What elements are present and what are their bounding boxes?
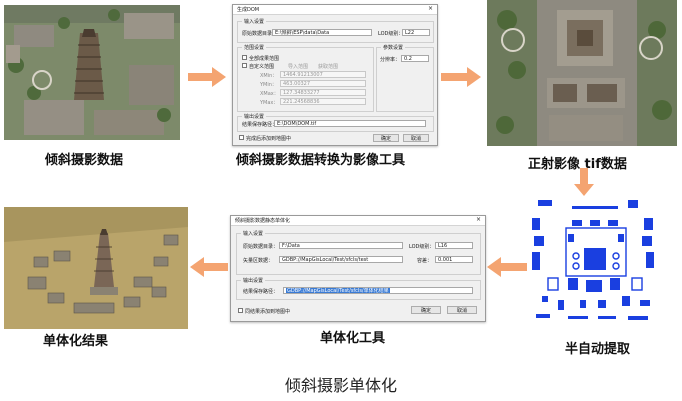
output-settings-group: 输出设置 结果保存路径： GDBP://MapGisLocal/Test/sfc… (236, 277, 481, 300)
caption-oblique-data: 倾斜摄影数据 (45, 153, 124, 168)
group-title: 范围设置 (242, 44, 267, 51)
ok-button[interactable]: 确定 (411, 306, 441, 314)
input-settings-group: 输入设置 原始数据目录： E:\倾斜\ESP\data\Data LOD级别： … (237, 18, 434, 43)
full-range-label: 全部成果范围 (249, 56, 280, 62)
range-settings-group: 范围设置 全部成果范围 自定义范围 导入范围 获取范围 XMin： 1464.9… (237, 44, 374, 112)
dialog-titlebar: 倾斜摄影数据静态单体化 × (231, 216, 485, 226)
xmax-label: XMax： (260, 91, 279, 97)
ymin-label: YMin： (260, 82, 277, 88)
monomer-result-image (4, 207, 188, 329)
cancel-button[interactable]: 取消 (403, 134, 429, 142)
xmax-field[interactable]: 127.34833277 (280, 89, 366, 96)
cancel-button[interactable]: 取消 (447, 306, 477, 314)
output-path-field[interactable]: E:\DOM\DOM.tif (274, 120, 426, 127)
output-path-field[interactable]: GDBP://MapGisLocal/Test/sfcls/单体化结果 (283, 287, 473, 294)
group-title: 参数设置 (381, 44, 406, 51)
left-arrow-2 (190, 257, 228, 277)
tolerance-field[interactable]: 0.001 (435, 256, 473, 263)
add-to-map-label: 完成后添加到地图中 (246, 136, 292, 142)
group-title: 输出设置 (241, 277, 266, 284)
group-title: 输入设置 (242, 18, 267, 25)
ortho-image (487, 0, 677, 146)
ymin-field[interactable]: 463.00327 (280, 80, 366, 87)
custom-range-radio[interactable] (242, 63, 247, 68)
right-arrow-2 (441, 67, 481, 87)
add-to-map-label: 同结果添加到地图中 (245, 309, 291, 315)
ok-button[interactable]: 确定 (373, 134, 399, 142)
generate-dom-dialog: 生成DOM × 输入设置 原始数据目录： E:\倾斜\ESP\data\Data… (232, 4, 438, 146)
group-title: 输出设置 (242, 113, 267, 120)
get-range-option[interactable]: 获取范围 (318, 63, 338, 70)
data-dir-field[interactable]: E:\倾斜\ESP\data\Data (272, 29, 372, 36)
import-range-option[interactable]: 导入范围 (288, 63, 308, 70)
caption-mono-tool: 单体化工具 (320, 331, 386, 346)
caption-semi-auto: 半自动提取 (565, 342, 631, 357)
close-icon[interactable]: × (428, 5, 433, 12)
close-icon[interactable]: × (476, 216, 481, 223)
ymax-label: YMax： (260, 100, 279, 106)
xmin-field[interactable]: 1464.91213007 (280, 71, 366, 78)
add-to-map-checkbox[interactable] (239, 135, 244, 140)
group-title: 输入设置 (241, 230, 266, 237)
resolution-field[interactable]: 0.2 (401, 55, 429, 62)
oblique-photo-image (4, 5, 180, 140)
resolution-label: 分辨率： (380, 57, 401, 63)
output-path-label: 结果保存路径： (242, 122, 278, 128)
data-dir-label: 原始数据目录： (243, 244, 279, 250)
add-to-map-checkbox[interactable] (238, 308, 243, 313)
data-dir-field[interactable]: F:\Data (279, 242, 403, 249)
lod-label: LOD级别： (378, 31, 404, 37)
right-arrow-1 (188, 67, 226, 87)
xmin-label: XMin： (260, 73, 278, 79)
dialog-titlebar: 生成DOM × (233, 5, 437, 15)
lod-label: LOD级别： (409, 244, 435, 250)
caption-convert-tool: 倾斜摄影数据转换为影像工具 (236, 153, 406, 168)
output-path-selection: GDBP://MapGisLocal/Test/sfcls/单体化结果 (286, 288, 390, 294)
left-arrow-1 (487, 257, 527, 277)
param-settings-group: 参数设置 分辨率： 0.2 (376, 44, 434, 112)
ymax-field[interactable]: 221.24568836 (280, 98, 366, 105)
output-path-label: 结果保存路径： (243, 289, 279, 295)
output-settings-group: 输出设置 结果保存路径： E:\DOM\DOM.tif (237, 113, 434, 132)
tolerance-label: 容差： (417, 258, 433, 264)
custom-range-label: 自定义范围 (249, 64, 275, 70)
semi-auto-extraction-image (528, 196, 658, 330)
figure-title: 倾斜摄影单体化 (284, 376, 397, 395)
monomer-dialog: 倾斜摄影数据静态单体化 × 输入设置 原始数据目录： F:\Data LOD级别… (230, 215, 486, 322)
vector-field[interactable]: GDBP://MapGisLocal/Test/sfcls/test (279, 256, 403, 263)
dialog-title: 倾斜摄影数据静态单体化 (235, 218, 291, 224)
input-settings-group: 输入设置 原始数据目录： F:\Data LOD级别： L16 矢量区数据： G… (236, 230, 481, 275)
dialog-title: 生成DOM (237, 7, 260, 13)
lod-select[interactable]: L22 (402, 29, 430, 36)
down-arrow (574, 168, 594, 196)
lod-select[interactable]: L16 (435, 242, 473, 249)
full-range-radio[interactable] (242, 55, 247, 60)
caption-mono-result: 单体化结果 (43, 334, 109, 349)
vector-label: 矢量区数据： (243, 258, 274, 264)
